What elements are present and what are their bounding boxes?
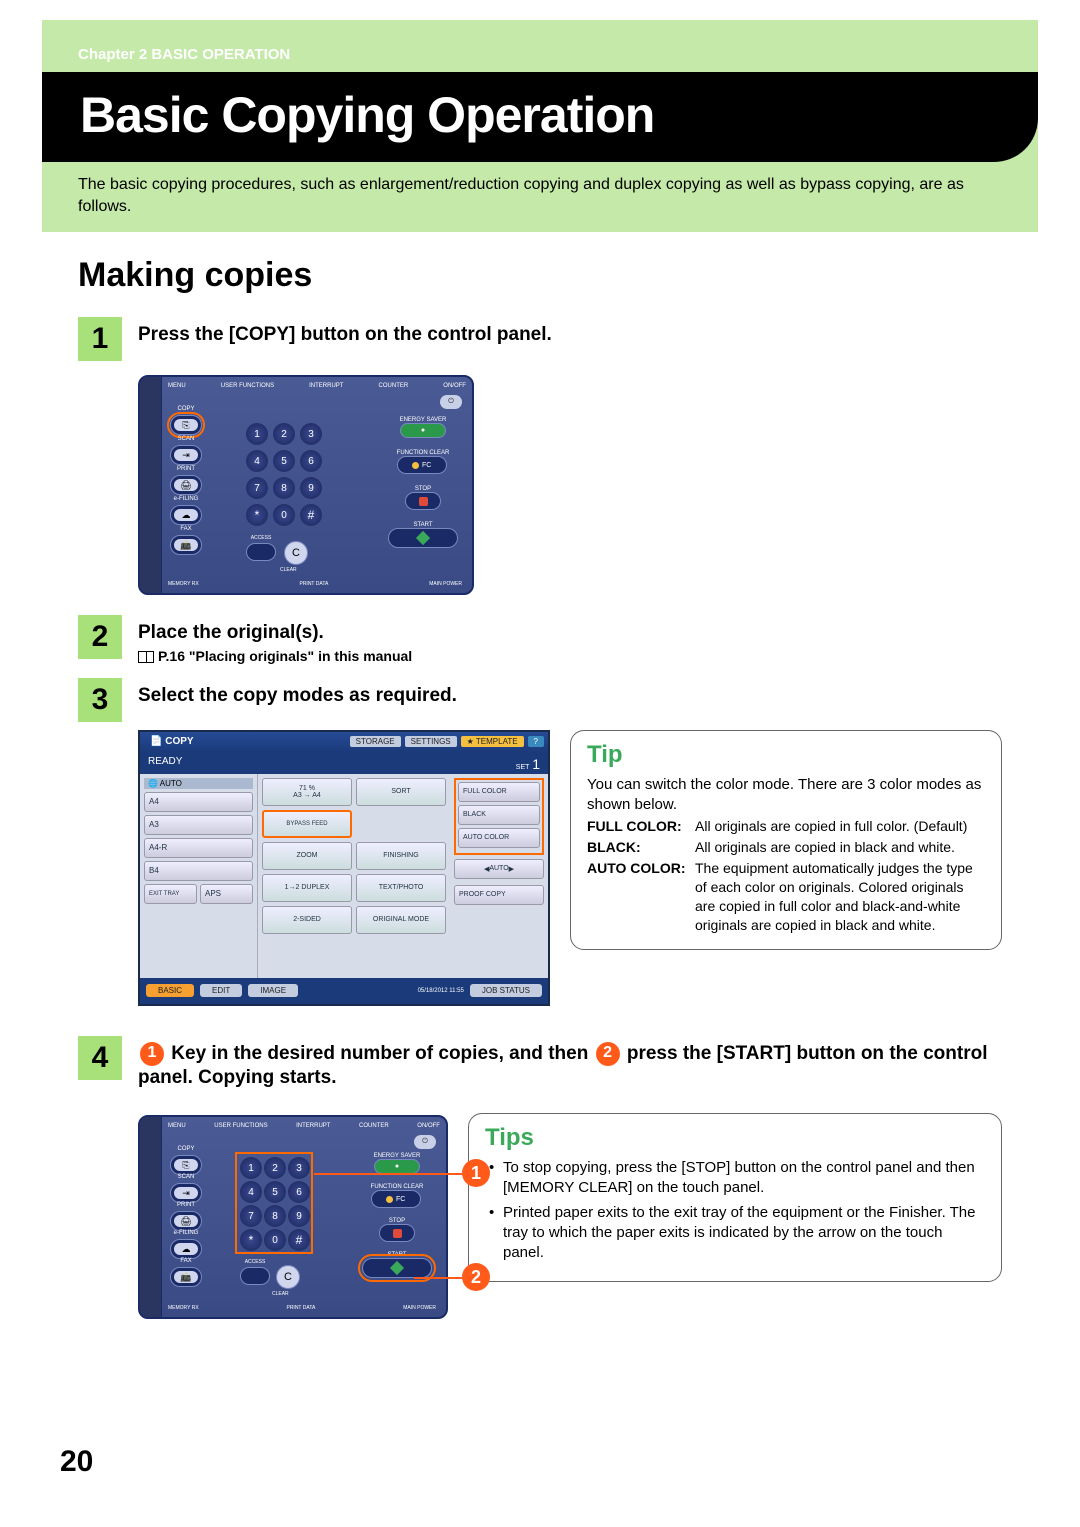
bypass-button: BYPASS FEED xyxy=(262,810,352,838)
edit-tab: EDIT xyxy=(200,984,242,997)
callout-line-2 xyxy=(414,1277,466,1279)
function-clear-button: FC xyxy=(397,456,447,474)
page-title: Basic Copying Operation xyxy=(42,72,1038,144)
title-block: Basic Copying Operation xyxy=(42,72,1038,162)
original-mode-button: ORIGINAL MODE xyxy=(356,906,446,934)
image-tab: IMAGE xyxy=(248,984,298,997)
tips-box: Tips To stop copying, press the [STOP] b… xyxy=(468,1113,1002,1282)
zoom-button: ZOOM xyxy=(262,842,352,870)
color-mode-group: FULL COLOR BLACK AUTO COLOR xyxy=(454,778,544,855)
numeric-keypad: 123 456 789 *0# xyxy=(240,1157,308,1249)
timestamp: 05/18/2012 11:55 xyxy=(418,988,464,994)
paper-a4r: A4-R xyxy=(144,838,253,858)
exit-tray-button: EXIT TRAY xyxy=(144,884,197,904)
auto-header: 🌐 AUTO xyxy=(144,778,253,789)
tips-item: Printed paper exits to the exit tray of … xyxy=(485,1203,985,1264)
chapter-header: Chapter 2 BASIC OPERATION xyxy=(78,46,290,63)
job-status-button: JOB STATUS xyxy=(470,984,542,997)
start-button-hl xyxy=(362,1258,432,1278)
step-reference: P.16 "Placing originals" in this manual xyxy=(138,648,1002,664)
on-off-button: ⏻ xyxy=(440,395,462,409)
start-button xyxy=(388,528,458,548)
panel-label-menu: MENU xyxy=(168,383,186,389)
panel-label-interrupt: INTERRUPT xyxy=(309,383,343,389)
book-icon xyxy=(138,651,154,663)
text-photo-display: TEXT/PHOTO xyxy=(356,874,446,902)
step-number: 4 xyxy=(78,1036,122,1080)
paper-a4: A4 xyxy=(144,792,253,812)
panel-label-user-functions: USER FUNCTIONS xyxy=(221,383,274,389)
template-tab: ★ TEMPLATE xyxy=(461,736,524,747)
black-button: BLACK xyxy=(458,805,540,825)
callout-2: 2 xyxy=(462,1263,490,1291)
numeric-keypad: 123 456 789 *0# xyxy=(246,423,322,526)
two-sided-button: 2-SIDED xyxy=(262,906,352,934)
step-number: 2 xyxy=(78,615,122,659)
ratio-display: 71 %A3 → A4 xyxy=(262,778,352,806)
sort-button: SORT xyxy=(356,778,446,806)
page-number: 20 xyxy=(60,1445,93,1479)
help-button: ? xyxy=(528,736,544,747)
stop-button xyxy=(405,492,441,510)
panel-label-counter: COUNTER xyxy=(379,383,409,389)
control-panel-figure-2: MENU USER FUNCTIONS INTERRUPT COUNTER ON… xyxy=(138,1115,448,1319)
screen-title: 📄 COPY xyxy=(144,736,200,747)
duplex-display: 1→2 DUPLEX xyxy=(262,874,352,902)
tips-title: Tips xyxy=(485,1124,985,1152)
paper-a3: A3 xyxy=(144,815,253,835)
step-number: 3 xyxy=(78,678,122,722)
clear-button: C xyxy=(284,541,308,565)
tip-intro: You can switch the color mode. There are… xyxy=(587,775,985,816)
content-area: Making copies 1 Press the [COPY] button … xyxy=(42,232,1038,1527)
ready-label: READY xyxy=(148,756,182,770)
step-title: Select the copy modes as required. xyxy=(138,684,1002,709)
finishing-button: FINISHING xyxy=(356,842,446,870)
intro-text: The basic copying procedures, such as en… xyxy=(78,174,1002,217)
control-panel-figure-1: MENU USER FUNCTIONS INTERRUPT COUNTER ON… xyxy=(138,375,474,595)
step-title: 1 Key in the desired number of copies, a… xyxy=(138,1042,1002,1091)
step-title: Press the [COPY] button on the control p… xyxy=(138,323,1002,348)
auto-slider: ◀ AUTO ▶ xyxy=(454,859,544,879)
callout-line-1 xyxy=(314,1173,466,1175)
tips-item: To stop copying, press the [STOP] button… xyxy=(485,1158,985,1199)
inline-badge-2: 2 xyxy=(596,1042,620,1066)
step-title: Place the original(s). xyxy=(138,621,1002,646)
fax-button: FAX📠 xyxy=(170,535,202,555)
settings-tab: SETTINGS xyxy=(405,736,457,747)
paper-b4: B4 xyxy=(144,861,253,881)
full-color-button: FULL COLOR xyxy=(458,782,540,802)
touch-screen-figure: 📄 COPY STORAGE SETTINGS ★ TEMPLATE ? REA… xyxy=(138,730,550,1006)
intro-wrap: The basic copying procedures, such as en… xyxy=(42,162,1038,235)
efiling-button: e-FILING☁ xyxy=(170,505,202,525)
copy-button: COPY⎘ xyxy=(170,415,202,435)
aps-button: APS xyxy=(200,884,253,904)
basic-tab: BASIC xyxy=(146,984,194,997)
energy-saver-button: ● xyxy=(400,423,447,438)
storage-tab: STORAGE xyxy=(350,736,401,747)
step-4: 4 1 Key in the desired number of copies,… xyxy=(78,1036,1002,1091)
tip-title: Tip xyxy=(587,741,985,769)
scan-button: SCAN⇥ xyxy=(170,445,202,465)
step-2: 2 Place the original(s). P.16 "Placing o… xyxy=(78,615,1002,664)
step-3: 3 Select the copy modes as required. xyxy=(78,678,1002,722)
step-number: 1 xyxy=(78,317,122,361)
panel-label-onoff: ON/OFF xyxy=(443,383,466,389)
tip-box: Tip You can switch the color mode. There… xyxy=(570,730,1002,950)
access-button: ACCESS xyxy=(246,543,276,561)
copy-count: 1 xyxy=(532,756,540,772)
print-button: PRINT🖨 xyxy=(170,475,202,495)
inline-badge-1: 1 xyxy=(140,1042,164,1066)
step-1: 1 Press the [COPY] button on the control… xyxy=(78,317,1002,361)
proof-copy-button: PROOF COPY xyxy=(454,885,544,905)
section-heading: Making copies xyxy=(78,256,1002,295)
auto-color-button: AUTO COLOR xyxy=(458,828,540,848)
